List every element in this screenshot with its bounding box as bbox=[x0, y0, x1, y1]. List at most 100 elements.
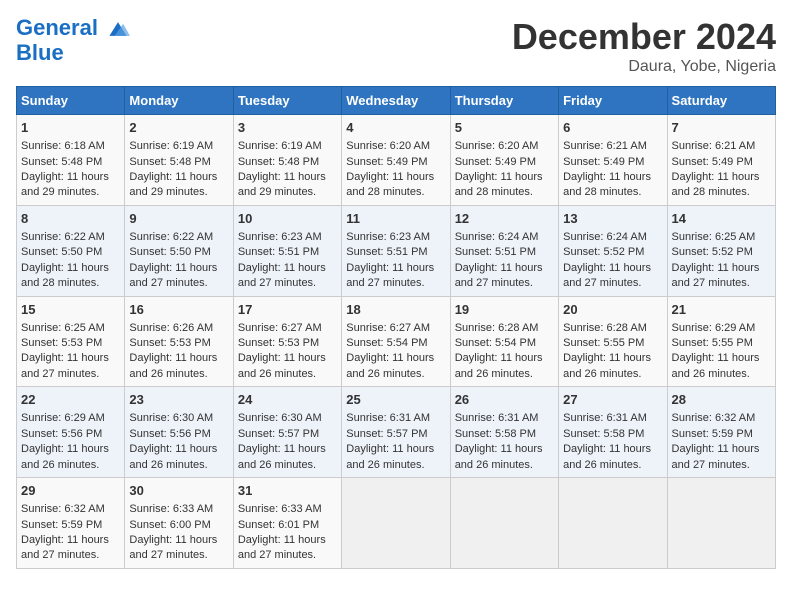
day-info: Daylight: 11 hours bbox=[346, 170, 445, 185]
day-info: and 26 minutes. bbox=[672, 367, 771, 382]
week-row-5: 29Sunrise: 6:32 AMSunset: 5:59 PMDayligh… bbox=[17, 478, 776, 569]
calendar-cell: 16Sunrise: 6:26 AMSunset: 5:53 PMDayligh… bbox=[125, 296, 233, 387]
day-info: Sunrise: 6:24 AM bbox=[455, 230, 554, 245]
day-info: Sunrise: 6:25 AM bbox=[21, 321, 120, 336]
day-info: Sunset: 5:56 PM bbox=[129, 427, 228, 442]
day-info: Daylight: 11 hours bbox=[129, 351, 228, 366]
day-info: Daylight: 11 hours bbox=[455, 351, 554, 366]
day-info: and 26 minutes. bbox=[563, 367, 662, 382]
day-number: 6 bbox=[563, 119, 662, 137]
col-header-thursday: Thursday bbox=[450, 87, 558, 115]
day-info: Daylight: 11 hours bbox=[129, 442, 228, 457]
calendar-cell: 5Sunrise: 6:20 AMSunset: 5:49 PMDaylight… bbox=[450, 115, 558, 206]
day-info: Daylight: 11 hours bbox=[129, 170, 228, 185]
calendar-cell: 24Sunrise: 6:30 AMSunset: 5:57 PMDayligh… bbox=[233, 387, 341, 478]
day-number: 26 bbox=[455, 391, 554, 409]
day-info: Daylight: 11 hours bbox=[129, 533, 228, 548]
day-info: Daylight: 11 hours bbox=[238, 533, 337, 548]
day-number: 31 bbox=[238, 482, 337, 500]
calendar-cell: 23Sunrise: 6:30 AMSunset: 5:56 PMDayligh… bbox=[125, 387, 233, 478]
day-number: 1 bbox=[21, 119, 120, 137]
calendar-cell: 15Sunrise: 6:25 AMSunset: 5:53 PMDayligh… bbox=[17, 296, 125, 387]
day-info: Daylight: 11 hours bbox=[129, 261, 228, 276]
calendar-cell: 1Sunrise: 6:18 AMSunset: 5:48 PMDaylight… bbox=[17, 115, 125, 206]
day-number: 13 bbox=[563, 210, 662, 228]
day-info: Daylight: 11 hours bbox=[455, 170, 554, 185]
day-info: Sunrise: 6:28 AM bbox=[455, 321, 554, 336]
day-number: 10 bbox=[238, 210, 337, 228]
day-info: Sunset: 5:48 PM bbox=[238, 155, 337, 170]
day-info: Sunrise: 6:32 AM bbox=[21, 502, 120, 517]
day-number: 11 bbox=[346, 210, 445, 228]
subtitle: Daura, Yobe, Nigeria bbox=[512, 58, 776, 76]
calendar-cell: 29Sunrise: 6:32 AMSunset: 5:59 PMDayligh… bbox=[17, 478, 125, 569]
col-header-monday: Monday bbox=[125, 87, 233, 115]
logo-text: General bbox=[16, 16, 130, 41]
day-info: and 27 minutes. bbox=[455, 276, 554, 291]
day-info: Sunrise: 6:28 AM bbox=[563, 321, 662, 336]
day-info: and 27 minutes. bbox=[346, 276, 445, 291]
day-info: Sunset: 5:52 PM bbox=[563, 245, 662, 260]
day-number: 9 bbox=[129, 210, 228, 228]
day-info: Sunrise: 6:19 AM bbox=[238, 139, 337, 154]
day-number: 16 bbox=[129, 301, 228, 319]
day-info: Sunrise: 6:20 AM bbox=[455, 139, 554, 154]
col-header-tuesday: Tuesday bbox=[233, 87, 341, 115]
col-header-friday: Friday bbox=[559, 87, 667, 115]
day-info: Daylight: 11 hours bbox=[672, 261, 771, 276]
week-row-3: 15Sunrise: 6:25 AMSunset: 5:53 PMDayligh… bbox=[17, 296, 776, 387]
calendar-cell: 4Sunrise: 6:20 AMSunset: 5:49 PMDaylight… bbox=[342, 115, 450, 206]
calendar-cell bbox=[559, 478, 667, 569]
day-info: Sunset: 5:49 PM bbox=[346, 155, 445, 170]
day-info: Daylight: 11 hours bbox=[563, 261, 662, 276]
calendar-cell: 30Sunrise: 6:33 AMSunset: 6:00 PMDayligh… bbox=[125, 478, 233, 569]
calendar-cell: 13Sunrise: 6:24 AMSunset: 5:52 PMDayligh… bbox=[559, 205, 667, 296]
day-info: Sunset: 5:48 PM bbox=[129, 155, 228, 170]
day-info: Sunrise: 6:21 AM bbox=[672, 139, 771, 154]
day-info: and 26 minutes. bbox=[346, 367, 445, 382]
day-info: Sunset: 6:00 PM bbox=[129, 518, 228, 533]
day-info: and 28 minutes. bbox=[21, 276, 120, 291]
day-info: Sunrise: 6:23 AM bbox=[346, 230, 445, 245]
day-info: Daylight: 11 hours bbox=[563, 170, 662, 185]
calendar-cell: 25Sunrise: 6:31 AMSunset: 5:57 PMDayligh… bbox=[342, 387, 450, 478]
day-info: Sunrise: 6:27 AM bbox=[346, 321, 445, 336]
calendar-cell: 10Sunrise: 6:23 AMSunset: 5:51 PMDayligh… bbox=[233, 205, 341, 296]
day-info: and 26 minutes. bbox=[129, 367, 228, 382]
day-number: 7 bbox=[672, 119, 771, 137]
day-info: Daylight: 11 hours bbox=[455, 261, 554, 276]
day-info: Sunset: 5:54 PM bbox=[455, 336, 554, 351]
day-info: and 29 minutes. bbox=[238, 185, 337, 200]
day-info: and 27 minutes. bbox=[672, 458, 771, 473]
day-info: Daylight: 11 hours bbox=[563, 351, 662, 366]
day-info: Sunset: 5:51 PM bbox=[346, 245, 445, 260]
calendar-cell: 26Sunrise: 6:31 AMSunset: 5:58 PMDayligh… bbox=[450, 387, 558, 478]
day-info: Sunrise: 6:26 AM bbox=[129, 321, 228, 336]
calendar-cell: 31Sunrise: 6:33 AMSunset: 6:01 PMDayligh… bbox=[233, 478, 341, 569]
day-info: and 26 minutes. bbox=[129, 458, 228, 473]
calendar-cell bbox=[342, 478, 450, 569]
day-info: and 26 minutes. bbox=[238, 458, 337, 473]
day-info: Sunset: 5:48 PM bbox=[21, 155, 120, 170]
day-info: Sunrise: 6:30 AM bbox=[238, 411, 337, 426]
day-info: Sunrise: 6:31 AM bbox=[346, 411, 445, 426]
calendar-cell: 22Sunrise: 6:29 AMSunset: 5:56 PMDayligh… bbox=[17, 387, 125, 478]
calendar-cell bbox=[450, 478, 558, 569]
day-info: Sunset: 5:50 PM bbox=[129, 245, 228, 260]
day-info: Daylight: 11 hours bbox=[346, 351, 445, 366]
day-info: and 26 minutes. bbox=[455, 367, 554, 382]
col-header-wednesday: Wednesday bbox=[342, 87, 450, 115]
day-info: Sunrise: 6:25 AM bbox=[672, 230, 771, 245]
calendar-cell: 9Sunrise: 6:22 AMSunset: 5:50 PMDaylight… bbox=[125, 205, 233, 296]
day-number: 25 bbox=[346, 391, 445, 409]
day-info: and 27 minutes. bbox=[129, 548, 228, 563]
day-info: Daylight: 11 hours bbox=[672, 351, 771, 366]
day-info: Daylight: 11 hours bbox=[346, 261, 445, 276]
day-info: Sunrise: 6:31 AM bbox=[455, 411, 554, 426]
day-info: and 27 minutes. bbox=[238, 548, 337, 563]
day-info: and 29 minutes. bbox=[129, 185, 228, 200]
day-number: 29 bbox=[21, 482, 120, 500]
day-info: Sunrise: 6:20 AM bbox=[346, 139, 445, 154]
day-info: Sunset: 5:50 PM bbox=[21, 245, 120, 260]
day-info: Sunset: 5:51 PM bbox=[455, 245, 554, 260]
